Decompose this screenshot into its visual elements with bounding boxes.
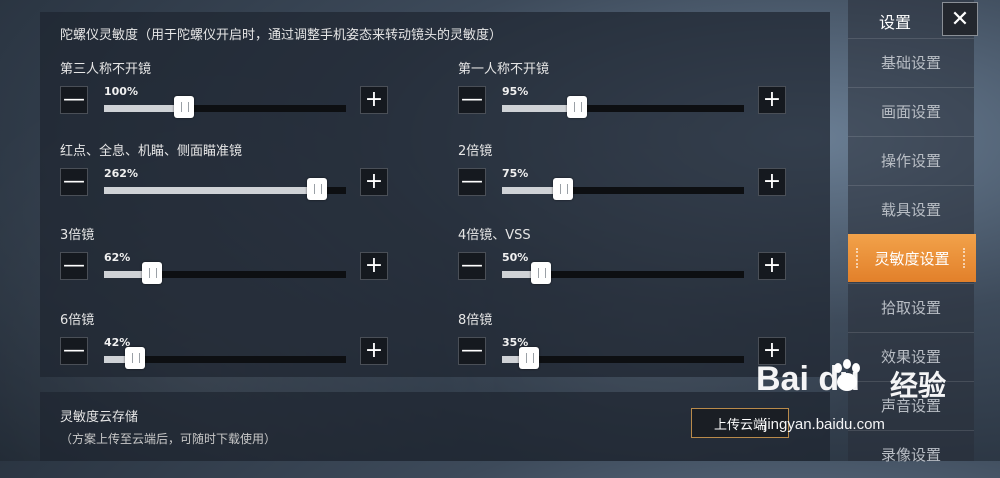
slider-fill: [104, 187, 317, 194]
plus-icon: +: [364, 87, 384, 112]
sensitivity-setting: 6倍镜 —42% +: [40, 309, 400, 384]
decrease-button[interactable]: —: [458, 252, 486, 280]
decrease-button[interactable]: —: [60, 252, 88, 280]
panel-title: 陀螺仪灵敏度（用于陀螺仪开启时，通过调整手机姿态来转动镜头的灵敏度）: [60, 28, 503, 43]
sensitivity-value: 50%: [502, 251, 529, 264]
slider-handle[interactable]: [553, 178, 573, 200]
setting-label: 2倍镜: [458, 144, 493, 159]
sensitivity-setting: 第三人称不开镜 — 100% +: [40, 58, 400, 133]
minus-icon: —: [63, 87, 85, 112]
sidebar-item[interactable]: 声音设置: [848, 381, 974, 429]
sensitivity-setting: 红点、全息、机瞄、侧面瞄准镜 — 262% +: [40, 140, 400, 215]
increase-button[interactable]: +: [360, 252, 388, 280]
close-button[interactable]: ✕: [942, 2, 978, 36]
sidebar-item[interactable]: 载具设置: [848, 185, 974, 233]
setting-label: 6倍镜: [60, 313, 95, 328]
slider-handle[interactable]: [307, 178, 327, 200]
slider-track[interactable]: [104, 262, 346, 284]
plus-icon: +: [762, 169, 782, 194]
slider-handle[interactable]: [174, 96, 194, 118]
plus-icon: +: [762, 253, 782, 278]
increase-button[interactable]: +: [758, 168, 786, 196]
sidebar-item[interactable]: 录像设置: [848, 430, 974, 478]
sensitivity-value: 100%: [104, 85, 138, 98]
sensitivity-setting: 第一人称不开镜 — 95% +: [438, 58, 798, 133]
setting-label: 第三人称不开镜: [60, 62, 152, 77]
settings-sidebar: 设置 ✕ 基础设置 画面设置 操作设置 载具设置 灵敏度设置 拾取设置 效果设置 声音设置 录像…: [848, 0, 978, 464]
sensitivity-setting: 2倍镜 — 75% +: [438, 140, 798, 215]
minus-icon: —: [461, 338, 483, 363]
slider-handle[interactable]: [125, 347, 145, 369]
increase-button[interactable]: +: [758, 337, 786, 365]
sensitivity-setting: 4倍镜、VSS — 50% +: [438, 224, 798, 299]
sensitivity-value: 262%: [104, 167, 138, 180]
increase-button[interactable]: +: [360, 337, 388, 365]
slider-handle[interactable]: [519, 347, 539, 369]
sensitivity-value: 62%: [104, 251, 131, 264]
slider-track[interactable]: [502, 178, 744, 200]
minus-icon: —: [63, 253, 85, 278]
setting-label: 4倍镜、VSS: [458, 228, 531, 243]
setting-label: 红点、全息、机瞄、侧面瞄准镜: [60, 144, 243, 159]
slider-handle[interactable]: [142, 262, 162, 284]
increase-button[interactable]: +: [360, 168, 388, 196]
plus-icon: +: [364, 253, 384, 278]
slider-handle[interactable]: [567, 96, 587, 118]
sidebar-item[interactable]: 效果设置: [848, 332, 974, 380]
cloud-storage-title: 灵敏度云存储: [60, 410, 139, 425]
slider-row: 红点、全息、机瞄、侧面瞄准镜 — 262% +2倍镜 — 75% +: [40, 140, 830, 215]
increase-button[interactable]: +: [758, 252, 786, 280]
slider-track[interactable]: [502, 347, 744, 369]
decrease-button[interactable]: —: [458, 86, 486, 114]
plus-icon: +: [364, 338, 384, 363]
sidebar-item[interactable]: 操作设置: [848, 136, 974, 184]
decrease-button[interactable]: —: [60, 86, 88, 114]
slider-fill: [104, 105, 184, 112]
slider-track[interactable]: [104, 178, 346, 200]
cloud-storage-panel: 灵敏度云存储 （方案上传至云端后，可随时下载使用） 上传云端: [40, 392, 830, 461]
slider-track[interactable]: [104, 347, 346, 369]
decrease-button[interactable]: —: [458, 337, 486, 365]
minus-icon: —: [63, 338, 85, 363]
sidebar-item[interactable]: 灵敏度设置: [848, 234, 976, 282]
sensitivity-setting: 8倍镜 —35% +: [438, 309, 798, 384]
minus-icon: —: [461, 169, 483, 194]
upload-cloud-button[interactable]: 上传云端: [691, 408, 789, 438]
increase-button[interactable]: +: [360, 86, 388, 114]
sidebar-item[interactable]: 基础设置: [848, 38, 974, 86]
gyro-sensitivity-panel: 陀螺仪灵敏度（用于陀螺仪开启时，通过调整手机姿态来转动镜头的灵敏度） 第三人称不…: [40, 12, 830, 377]
minus-icon: —: [461, 87, 483, 112]
slider-row: 3倍镜 — 62% +4倍镜、VSS — 50% +: [40, 224, 830, 299]
slider-track[interactable]: [104, 96, 346, 118]
slider-track[interactable]: [502, 262, 744, 284]
sidebar-item[interactable]: 画面设置: [848, 87, 974, 135]
close-icon: ✕: [950, 6, 970, 32]
sidebar-header: 设置 ✕: [848, 0, 978, 38]
minus-icon: —: [461, 253, 483, 278]
decrease-button[interactable]: —: [60, 337, 88, 365]
slider-row: 第三人称不开镜 — 100% + 第一人称不开镜 — 95% +: [40, 58, 830, 133]
cloud-storage-subtitle: （方案上传至云端后，可随时下载使用）: [60, 432, 277, 446]
setting-label: 第一人称不开镜: [458, 62, 550, 77]
decrease-button[interactable]: —: [60, 168, 88, 196]
minus-icon: —: [63, 169, 85, 194]
sidebar-item[interactable]: 拾取设置: [848, 283, 974, 331]
sensitivity-setting: 3倍镜 — 62% +: [40, 224, 400, 299]
slider-row: 6倍镜 —42% +8倍镜 —35% +: [40, 309, 830, 384]
decrease-button[interactable]: —: [458, 168, 486, 196]
slider-track[interactable]: [502, 96, 744, 118]
slider-handle[interactable]: [531, 262, 551, 284]
sensitivity-value: 95%: [502, 85, 529, 98]
slider-fill: [502, 105, 577, 112]
plus-icon: +: [762, 338, 782, 363]
plus-icon: +: [762, 87, 782, 112]
increase-button[interactable]: +: [758, 86, 786, 114]
setting-label: 3倍镜: [60, 228, 95, 243]
sidebar-title: 设置: [879, 13, 912, 32]
sensitivity-value: 75%: [502, 167, 529, 180]
plus-icon: +: [364, 169, 384, 194]
setting-label: 8倍镜: [458, 313, 493, 328]
